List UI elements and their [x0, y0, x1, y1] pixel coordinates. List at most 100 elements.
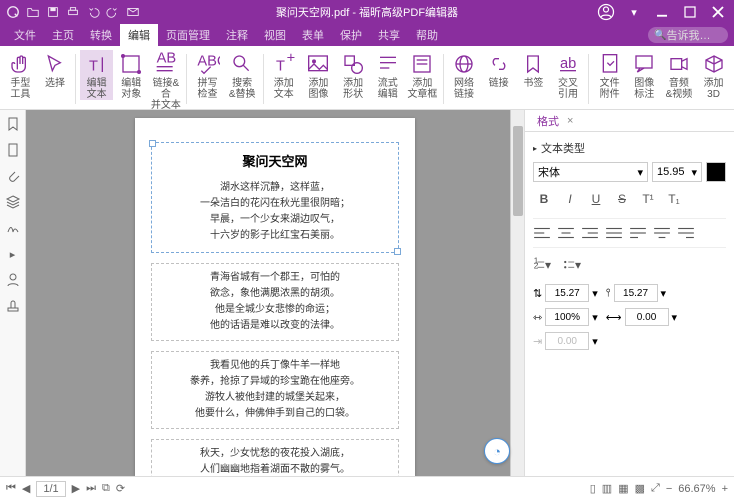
text-block[interactable]: 秋天，少女忧愁的夜花投入湖底， 人们幽幽地指着湖面不散的雾气。 [151, 439, 399, 476]
ribbon-abc[interactable]: ABC拼写检查 [191, 50, 224, 100]
ribbon-lnk[interactable]: 链接 [482, 50, 515, 89]
copy-page-icon[interactable]: ⧉ [102, 482, 110, 495]
menu-comment[interactable]: 注释 [218, 24, 256, 46]
align-left-icon[interactable] [533, 225, 551, 241]
user-icon[interactable] [594, 2, 618, 22]
zoom-level[interactable]: 66.67% [678, 483, 715, 495]
view-continuous-icon[interactable]: ▥ [602, 482, 612, 495]
ribbon-img[interactable]: 添加图像 [302, 50, 335, 100]
bullet-list-icon[interactable]: ▾ [563, 256, 581, 274]
menu-home[interactable]: 主页 [44, 24, 82, 46]
next-page-icon[interactable]: ▶ [72, 482, 80, 495]
align-right-icon[interactable] [581, 225, 599, 241]
maximize-icon[interactable] [678, 2, 702, 22]
expand-icon[interactable]: ▸ [5, 246, 21, 262]
italic-button[interactable]: I [561, 190, 579, 208]
subscript-button[interactable]: T₁ [665, 190, 683, 208]
font-family-select[interactable]: 宋体▾ [533, 162, 648, 182]
text-block[interactable]: 我看见他的兵丁像牛羊一样地 豢养，抢掠了异域的珍宝跪在他座旁。 游牧人被他封建的… [151, 351, 399, 429]
indent-input[interactable] [545, 332, 589, 350]
bookmark-icon[interactable] [5, 116, 21, 132]
numbered-list-icon[interactable]: 12▾ [533, 256, 551, 274]
menu-file[interactable]: 文件 [6, 24, 44, 46]
zoom-out-icon[interactable]: − [666, 483, 672, 495]
assistant-float-icon[interactable]: ◔ [484, 438, 510, 464]
view-cont-facing-icon[interactable]: ▩ [635, 482, 645, 495]
first-page-icon[interactable]: ⏮ [6, 482, 16, 495]
prev-page-icon[interactable]: ◀ [22, 482, 30, 495]
rotate-icon[interactable]: ⟳ [116, 482, 125, 495]
para-spacing-input[interactable] [614, 284, 658, 302]
layers-icon[interactable] [5, 194, 21, 210]
fit-width-icon[interactable]: ⤢ [651, 482, 660, 495]
ribbon-select[interactable]: 选择 [39, 50, 72, 89]
ribbon-search[interactable]: 搜索&替换 [226, 50, 259, 100]
menu-convert[interactable]: 转换 [82, 24, 120, 46]
ribbon-flow[interactable]: 流式编辑 [371, 50, 404, 100]
line-height-input[interactable] [545, 284, 589, 302]
menu-edit[interactable]: 编辑 [120, 24, 158, 46]
tell-me-search[interactable]: 🔍 告诉我… [648, 27, 728, 43]
attachment-icon[interactable] [5, 168, 21, 184]
menu-pages[interactable]: 页面管理 [158, 24, 218, 46]
align-justify-last-left-icon[interactable] [629, 225, 647, 241]
ribbon-art[interactable]: 添加文章框 [406, 50, 439, 100]
align-justify-last-right-icon[interactable] [677, 225, 695, 241]
font-color-swatch[interactable] [706, 162, 726, 182]
redo-icon[interactable] [106, 5, 120, 19]
char-spacing-input[interactable] [625, 308, 669, 326]
ribbon-shape[interactable]: 添加形状 [337, 50, 370, 100]
stamp-icon[interactable] [5, 298, 21, 314]
chevron-down-icon[interactable]: ▾ [622, 2, 646, 22]
ribbon-web[interactable]: 网络链接 [448, 50, 481, 100]
align-justify-icon[interactable] [605, 225, 623, 241]
document-area[interactable]: 聚问天空网 湖水这样沉静，这样蓝， 一朵洁白的花闪在秋光里很阴暗； 早晨，一个少… [26, 110, 524, 476]
ribbon-av[interactable]: 音频&视频 [663, 50, 696, 100]
menu-form[interactable]: 表单 [294, 24, 332, 46]
ribbon-obj[interactable]: 编辑对象 [115, 50, 148, 100]
strike-button[interactable]: S [613, 190, 631, 208]
format-tab[interactable]: 格式 [533, 111, 563, 131]
selected-text-block[interactable]: 聚问天空网 湖水这样沉静，这样蓝， 一朵洁白的花闪在秋光里很阴暗； 早晨，一个少… [151, 142, 399, 253]
menu-help[interactable]: 帮助 [408, 24, 446, 46]
view-single-icon[interactable]: ▯ [590, 482, 596, 495]
undo-icon[interactable] [86, 5, 100, 19]
close-icon[interactable] [706, 2, 730, 22]
ribbon-3d[interactable]: 添加3D [697, 50, 730, 100]
av-icon [667, 52, 691, 76]
font-size-select[interactable]: 15.95▾ [652, 162, 702, 182]
ribbon-att[interactable]: 文件附件 [593, 50, 626, 100]
page-indicator[interactable]: 1/1 [36, 481, 65, 497]
minimize-icon[interactable] [650, 2, 674, 22]
text-type-header[interactable]: 文本类型 [533, 140, 726, 156]
panel-close-icon[interactable]: × [567, 115, 573, 127]
menu-protect[interactable]: 保护 [332, 24, 370, 46]
menu-share[interactable]: 共享 [370, 24, 408, 46]
print-icon[interactable] [66, 5, 80, 19]
ribbon-ann[interactable]: 图像标注 [628, 50, 661, 100]
align-justify-last-center-icon[interactable] [653, 225, 671, 241]
pages-icon[interactable] [5, 142, 21, 158]
underline-button[interactable]: U [587, 190, 605, 208]
superscript-button[interactable]: T¹ [639, 190, 657, 208]
zoom-in-icon[interactable]: + [722, 483, 728, 495]
vertical-scrollbar[interactable] [510, 110, 524, 476]
person-icon[interactable] [5, 272, 21, 288]
signature-icon[interactable] [5, 220, 21, 236]
save-icon[interactable] [46, 5, 60, 19]
view-facing-icon[interactable]: ▦ [618, 482, 628, 495]
last-page-icon[interactable]: ⏭ [86, 482, 96, 495]
menu-view[interactable]: 视图 [256, 24, 294, 46]
ribbon-bm[interactable]: 书签 [517, 50, 550, 89]
mail-icon[interactable] [126, 5, 140, 19]
ribbon-hand[interactable]: 手型工具 [4, 50, 37, 100]
width-scale-input[interactable] [545, 308, 589, 326]
text-block[interactable]: 青海省城有一个郡王，可怕的 欲念，象他满腮浓黑的胡须。 他是全城少女悲惨的命运；… [151, 263, 399, 341]
bold-button[interactable]: B [535, 190, 553, 208]
open-icon[interactable] [26, 5, 40, 19]
ribbon-link[interactable]: AB链接&合并文本 [150, 50, 183, 110]
ribbon-text[interactable]: T编辑文本 [80, 50, 113, 100]
align-center-icon[interactable] [557, 225, 575, 241]
ribbon-ref[interactable]: ab交叉引用 [552, 50, 585, 100]
ribbon-addt[interactable]: T+添加文本 [267, 50, 300, 100]
